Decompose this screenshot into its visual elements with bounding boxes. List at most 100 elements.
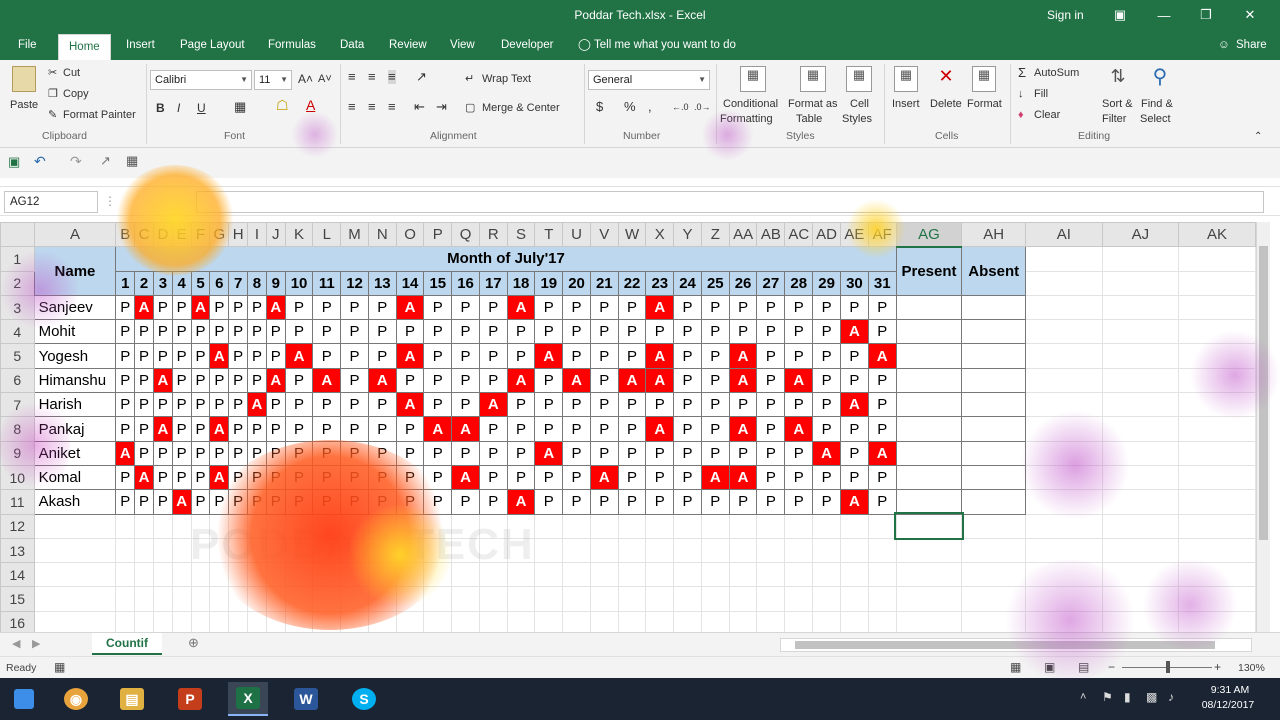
attendance-cell[interactable]: P: [312, 392, 342, 418]
format-as-table-label2[interactable]: Table: [796, 112, 822, 126]
empty-cell[interactable]: [1025, 464, 1103, 491]
attendance-cell[interactable]: P: [673, 440, 702, 466]
empty-cell[interactable]: [700, 586, 730, 612]
attendance-cell[interactable]: P: [478, 440, 508, 466]
empty-cell[interactable]: [756, 586, 786, 612]
attendance-cell[interactable]: P: [451, 392, 480, 418]
attendance-cell[interactable]: A: [171, 489, 192, 515]
attendance-cell[interactable]: P: [617, 343, 647, 369]
empty-cell[interactable]: [134, 537, 154, 564]
attendance-cell[interactable]: P: [562, 440, 591, 466]
sheet-table[interactable]: A B C D E F G H I J K L M N O P Q R S T U V W X Y Z AA AB AC AD AE AF AG…: [0, 222, 1256, 632]
decrease-indent-icon[interactable]: ⇤: [414, 100, 425, 114]
empty-cell[interactable]: [478, 586, 508, 612]
attendance-cell[interactable]: P: [284, 392, 314, 418]
empty-cell[interactable]: [645, 513, 675, 539]
attendance-cell[interactable]: P: [115, 367, 136, 394]
attendance-cell[interactable]: P: [190, 392, 211, 418]
column-header-g[interactable]: G: [209, 222, 230, 248]
column-header-ae[interactable]: AE: [840, 222, 869, 248]
empty-cell[interactable]: [534, 513, 564, 539]
formula-input[interactable]: [196, 191, 1264, 213]
attendance-cell[interactable]: A: [134, 464, 154, 491]
attendance-cell[interactable]: P: [617, 392, 647, 418]
attendance-cell[interactable]: P: [247, 416, 267, 442]
day-header-cell[interactable]: 27: [756, 270, 786, 296]
attendance-cell[interactable]: P: [265, 392, 286, 418]
sheet-tab-countif[interactable]: Countif: [92, 633, 162, 655]
attendance-cell[interactable]: P: [247, 489, 267, 515]
empty-cell[interactable]: [700, 610, 730, 632]
attendance-cell[interactable]: P: [228, 464, 249, 491]
attendance-cell[interactable]: A: [506, 489, 536, 515]
attendance-cell[interactable]: P: [700, 440, 730, 466]
empty-cell[interactable]: [534, 586, 564, 612]
empty-cell[interactable]: [312, 610, 342, 632]
attendance-cell[interactable]: P: [423, 392, 453, 418]
empty-cell[interactable]: [265, 586, 286, 612]
attendance-cell[interactable]: P: [728, 440, 758, 466]
format-painter-button[interactable]: Format Painter: [63, 108, 136, 122]
align-center-icon[interactable]: ≡: [368, 100, 376, 114]
attendance-cell[interactable]: P: [728, 489, 758, 515]
empty-cell[interactable]: [1178, 367, 1256, 394]
column-header-d[interactable]: D: [152, 222, 173, 248]
attendance-cell[interactable]: P: [247, 319, 267, 345]
attendance-cell[interactable]: P: [171, 319, 192, 345]
number-format-select[interactable]: General ▼: [588, 70, 710, 90]
align-bottom-icon[interactable]: ≡: [388, 70, 396, 84]
attendance-cell[interactable]: A: [728, 367, 758, 394]
format-as-table-button[interactable]: Format as: [788, 97, 838, 111]
empty-cell[interactable]: [645, 610, 675, 632]
day-header-cell[interactable]: 15: [423, 270, 453, 296]
attendance-cell[interactable]: P: [265, 489, 286, 515]
employee-name-cell[interactable]: Aniket: [33, 440, 117, 466]
present-count-cell[interactable]: [895, 367, 963, 394]
employee-name-cell[interactable]: Mohit: [33, 319, 117, 345]
attendance-cell[interactable]: P: [340, 392, 369, 418]
empty-cell[interactable]: [812, 586, 841, 612]
empty-cell[interactable]: [756, 610, 786, 632]
page-layout-view-icon[interactable]: ▣: [1044, 660, 1055, 674]
share-button[interactable]: Share: [1236, 36, 1267, 60]
empty-cell[interactable]: [1101, 319, 1180, 345]
zoom-level[interactable]: 130%: [1238, 662, 1265, 674]
absent-count-cell[interactable]: [961, 416, 1027, 442]
attendance-cell[interactable]: P: [840, 343, 869, 369]
attendance-cell[interactable]: P: [247, 440, 267, 466]
attendance-cell[interactable]: P: [867, 489, 897, 515]
attendance-cell[interactable]: P: [115, 319, 136, 345]
attendance-cell[interactable]: P: [562, 489, 591, 515]
empty-cell[interactable]: [728, 586, 758, 612]
attendance-cell[interactable]: P: [700, 294, 730, 321]
empty-cell[interactable]: [451, 586, 480, 612]
empty-cell[interactable]: [840, 562, 869, 588]
empty-cell[interactable]: [1101, 343, 1180, 369]
empty-cell[interactable]: [1025, 440, 1103, 466]
empty-cell[interactable]: [115, 610, 136, 632]
attendance-cell[interactable]: P: [673, 343, 702, 369]
attendance-cell[interactable]: P: [247, 464, 267, 491]
attendance-cell[interactable]: P: [312, 319, 342, 345]
row-header-9[interactable]: 9: [0, 440, 35, 466]
attendance-cell[interactable]: P: [228, 294, 249, 321]
column-header-b[interactable]: B: [115, 222, 136, 248]
underline-button[interactable]: U: [197, 101, 206, 115]
empty-cell[interactable]: [1025, 246, 1103, 272]
empty-cell[interactable]: [961, 513, 1027, 539]
day-header-cell[interactable]: 7: [228, 270, 249, 296]
zoom-out-icon[interactable]: −: [1108, 660, 1115, 674]
attendance-cell[interactable]: A: [506, 367, 536, 394]
horizontal-scrollbar[interactable]: [780, 638, 1252, 652]
attendance-cell[interactable]: A: [265, 367, 286, 394]
empty-cell[interactable]: [340, 586, 369, 612]
vertical-scrollbar[interactable]: [1256, 222, 1270, 632]
empty-cell[interactable]: [1101, 464, 1180, 491]
empty-cell[interactable]: [812, 537, 841, 564]
empty-cell[interactable]: [115, 537, 136, 564]
attendance-cell[interactable]: P: [312, 416, 342, 442]
empty-cell[interactable]: [812, 610, 841, 632]
attendance-cell[interactable]: P: [115, 416, 136, 442]
attendance-cell[interactable]: A: [451, 416, 480, 442]
attendance-cell[interactable]: P: [534, 392, 564, 418]
